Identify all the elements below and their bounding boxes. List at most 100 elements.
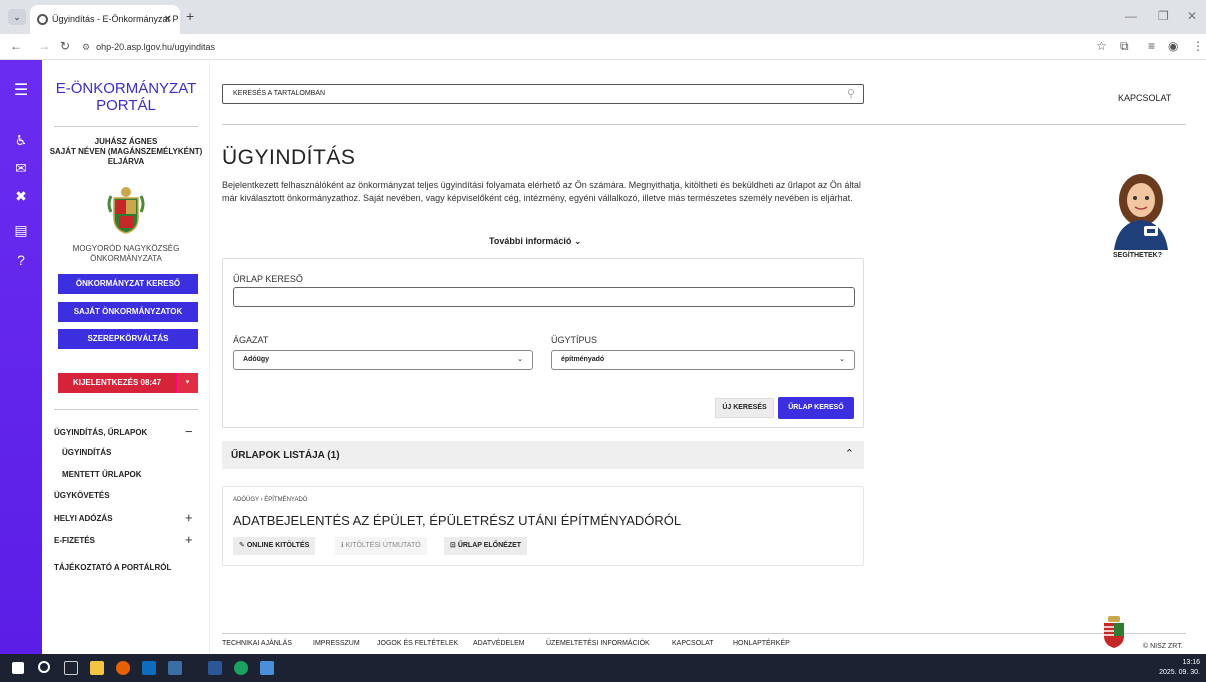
browser-menu-icon[interactable]: ⋮ — [1192, 39, 1204, 53]
pencil-icon: ✎ — [239, 542, 247, 549]
role-switch-button[interactable]: SZEREPKÖRVÁLTÁS — [58, 329, 198, 349]
chevron-down-icon: ⌄ — [839, 356, 845, 363]
ugytipus-select[interactable]: építményadó ⌄ — [551, 350, 855, 370]
back-arrow-icon[interactable]: ← — [10, 39, 22, 53]
chevron-down-icon: ⌄ — [573, 236, 582, 246]
guide-label: KITÖLTÉSI ÚTMUTATÓ — [345, 542, 421, 549]
muni-line2: ÖNKORMÁNYZATA — [90, 254, 162, 263]
taskbar-clock[interactable]: 13:16 2025. 09. 30. — [1159, 658, 1200, 678]
assistant-label[interactable]: SEGÍTHETEK? — [1113, 252, 1162, 259]
divider — [222, 633, 1186, 634]
bookmark-star-icon[interactable]: ☆ — [1096, 39, 1107, 53]
tools-icon[interactable]: ✖ — [0, 188, 42, 205]
reload-icon[interactable]: ↻ — [60, 39, 70, 53]
expand-plus-icon[interactable]: + — [185, 533, 193, 546]
content-search-placeholder: KERESÉS A TARTALOMBAN — [233, 90, 326, 97]
menu-e-fizetes[interactable]: E-FIZETÉS — [54, 536, 95, 545]
form-list-header[interactable]: ŰRLAPOK LISTÁJA (1) ⌃ — [222, 441, 864, 469]
form-search-button[interactable]: ŰRLAP KERESŐ — [778, 397, 854, 419]
contact-link[interactable]: KAPCSOLAT — [1118, 93, 1171, 103]
file-explorer-icon[interactable] — [90, 661, 104, 675]
forward-arrow-icon[interactable]: → — [38, 39, 50, 53]
close-window-icon[interactable]: ✕ — [1187, 9, 1197, 23]
own-municipalities-button[interactable]: SAJÁT ÖNKORMÁNYZATOK — [58, 302, 198, 322]
footer-link-impresszum[interactable]: IMPRESSZUM — [313, 640, 360, 647]
accessibility-icon[interactable]: ♿ — [0, 132, 42, 149]
footer-link-jogok[interactable]: JOGOK ÉS FELTÉTELEK — [377, 640, 458, 647]
form-search-input[interactable] — [233, 287, 855, 307]
search-icon[interactable]: ⚲ — [847, 85, 855, 103]
form-search-label: ŰRLAP KERESŐ — [233, 274, 303, 284]
tab-close-button[interactable]: ✕ — [164, 5, 172, 34]
clock-time: 13:16 — [1182, 659, 1200, 666]
chevron-down-icon: ⌄ — [517, 356, 523, 363]
tab-title: Ügyindítás - E-Önkormányzat P — [52, 14, 179, 24]
assistant-avatar-icon[interactable] — [1108, 170, 1174, 250]
menu-ugykovetes[interactable]: ÜGYKÖVETÉS — [54, 491, 110, 500]
more-info-toggle[interactable]: További információ ⌄ — [489, 236, 581, 247]
minimize-icon[interactable]: — — [1125, 9, 1137, 23]
agazat-value: Adóügy — [243, 356, 270, 363]
expand-plus-icon[interactable]: + — [185, 511, 193, 524]
collapse-minus-icon[interactable]: − — [185, 425, 193, 438]
profile-icon[interactable]: ◉ — [1168, 39, 1178, 53]
hamburger-menu-icon[interactable]: ☰ — [0, 80, 42, 100]
app-icon[interactable] — [260, 661, 274, 675]
new-tab-button[interactable]: + — [186, 8, 194, 24]
sidebar: E-ÖNKORMÁNYZAT PORTÁL JUHÁSZ ÁGNES SAJÁT… — [42, 60, 210, 654]
form-breadcrumb: ADÓÜGY › ÉPÍTMÉNYADÓ — [233, 497, 308, 503]
windows-taskbar — [0, 654, 1206, 682]
preview-button[interactable]: ⊡ ŰRLAP ELŐNÉZET — [444, 537, 528, 555]
browser-tab-active[interactable]: Ügyindítás - E-Önkormányzat P ✕ — [30, 5, 180, 34]
address-bar[interactable]: ⚙ ohp-20.asp.lgov.hu/ugyinditas — [82, 37, 1092, 57]
word-icon[interactable] — [208, 661, 222, 675]
browser-tabbar: ⌄ Ügyindítás - E-Önkormányzat P ✕ + — ❐ … — [0, 0, 1206, 34]
portal-logo[interactable]: E-ÖNKORMÁNYZAT PORTÁL — [42, 80, 210, 114]
menu-ugyinditas[interactable]: ÜGYINDÍTÁS — [62, 448, 111, 457]
user-info: JUHÁSZ ÁGNES SAJÁT NÉVEN (MAGÁNSZEMÉLYKÉ… — [42, 137, 210, 167]
online-fill-button[interactable]: ✎ ONLINE KITÖLTÉS — [233, 537, 316, 555]
divider — [54, 409, 198, 410]
site-info-icon[interactable]: ⚙ — [82, 42, 90, 52]
extensions-icon[interactable]: ⧉ — [1120, 39, 1129, 54]
chevron-up-icon[interactable]: ⌃ — [845, 447, 854, 460]
chevron-down-icon[interactable]: ▾ — [176, 373, 198, 393]
help-icon[interactable]: ? — [0, 252, 42, 268]
ugytipus-label: ÜGYTÍPUS — [551, 335, 598, 345]
maximize-icon[interactable]: ❐ — [1158, 9, 1169, 23]
preview-label: ŰRLAP ELŐNÉZET — [457, 542, 522, 549]
nisz-copyright: © NISZ ZRT. — [1143, 643, 1183, 650]
footer-link-kapcsolat[interactable]: KAPCSOLAT — [672, 640, 714, 647]
municipality-search-button[interactable]: ÖNKORMÁNYZAT KERESŐ — [58, 274, 198, 294]
mail-icon[interactable]: ✉ — [0, 160, 42, 177]
menu-mentett-urlapok[interactable]: MENTETT ŰRLAPOK — [62, 470, 142, 479]
menu-tajekoztato[interactable]: TÁJÉKOZTATÓ A PORTÁLRÓL — [54, 563, 171, 572]
calculator-icon[interactable] — [168, 661, 182, 675]
footer-link-technikai[interactable]: TECHNIKAI AJÁNLÁS — [222, 640, 292, 647]
portal-title-line1: E-ÖNKORMÁNYZAT — [55, 80, 197, 97]
content-search-input[interactable]: KERESÉS A TARTALOMBAN ⚲ — [222, 84, 864, 104]
guide-button[interactable]: ℹ KITÖLTÉSI ÚTMUTATÓ — [335, 537, 427, 555]
municipality-crest-icon — [107, 187, 145, 234]
divider — [222, 124, 1186, 125]
document-icon[interactable]: ▤ — [0, 222, 42, 239]
logout-button[interactable]: KIJELENTKEZÉS 08:47 ▾ — [58, 373, 198, 393]
globe-icon — [37, 14, 48, 25]
menu-helyi-adozas[interactable]: HELYI ADÓZÁS — [54, 514, 113, 523]
footer-link-honlapterkep[interactable]: HONLAPTÉRKÉP — [733, 640, 790, 647]
tab-search-button[interactable]: ⌄ — [8, 9, 26, 25]
agazat-select[interactable]: Adóügy ⌄ — [233, 350, 533, 370]
footer-link-uzemeltetesi[interactable]: ÜZEMELTETÉSI INFORMÁCIÓK — [546, 640, 650, 647]
task-view-icon[interactable] — [64, 661, 78, 675]
muni-line1: MOGYORÓD NAGYKÖZSÉG — [72, 244, 180, 253]
chrome-icon[interactable] — [234, 661, 248, 675]
windows-start-icon[interactable] — [12, 662, 24, 674]
form-title[interactable]: ADATBEJELENTÉS AZ ÉPÜLET, ÉPÜLETRÉSZ UTÁ… — [233, 513, 681, 528]
footer-link-adatvedelem[interactable]: ADATVÉDELEM — [473, 640, 525, 647]
menu-ugyinditas-urlapok[interactable]: ÜGYINDÍTÁS, ŰRLAPOK — [54, 428, 147, 437]
firefox-icon[interactable] — [116, 661, 130, 675]
outlook-icon[interactable] — [142, 661, 156, 675]
reading-list-icon[interactable]: ≡ — [1148, 39, 1155, 53]
new-search-button[interactable]: ÚJ KERESÉS — [715, 398, 774, 418]
search-icon[interactable] — [38, 661, 50, 673]
